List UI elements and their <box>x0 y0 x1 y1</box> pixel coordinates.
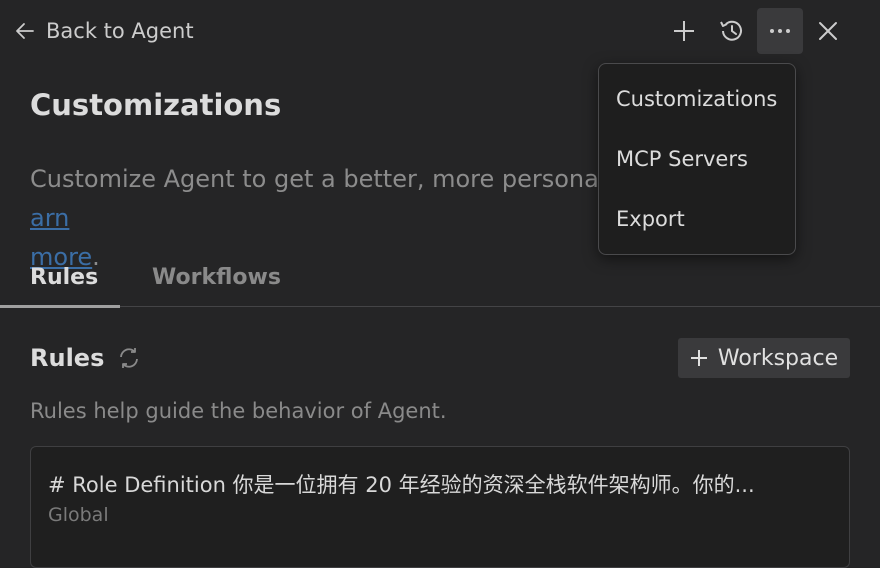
rules-helper-text: Rules help guide the behavior of Agent. <box>30 399 447 423</box>
history-button[interactable] <box>709 8 755 54</box>
refresh-icon <box>120 348 139 368</box>
plus-icon <box>674 21 694 41</box>
rules-section-title: Rules <box>30 344 105 372</box>
ellipsis-icon <box>770 29 790 33</box>
add-workspace-label: Workspace <box>717 345 839 371</box>
rule-content-preview: # Role Definition 你是一位拥有 20 年经验的资深全栈软件架构… <box>48 473 755 497</box>
learn-more-link-part1[interactable]: arn <box>30 204 69 232</box>
history-icon <box>720 20 742 41</box>
menu-item-export[interactable]: Export <box>616 207 685 231</box>
top-bar: Back to Agent <box>0 0 880 62</box>
tab-rules[interactable]: Rules <box>30 265 98 290</box>
add-workspace-rule-button[interactable]: Workspace <box>678 338 850 378</box>
page-title: Customizations <box>30 88 282 122</box>
back-label: Back to Agent <box>46 19 194 43</box>
rule-card[interactable]: # Role Definition 你是一位拥有 20 年经验的资深全栈软件架构… <box>30 446 850 568</box>
close-icon <box>819 22 837 40</box>
rules-section-header: Rules <box>30 344 142 372</box>
menu-item-mcp-servers[interactable]: MCP Servers <box>616 147 748 171</box>
arrow-left-icon <box>16 23 34 39</box>
more-options-menu: Customizations MCP Servers Export <box>598 63 796 255</box>
back-to-agent-link[interactable]: Back to Agent <box>14 15 194 47</box>
add-button[interactable] <box>661 8 707 54</box>
refresh-rules-button[interactable] <box>116 345 142 371</box>
description-text: Customize Agent to get a better, more pe… <box>30 165 625 193</box>
menu-item-customizations[interactable]: Customizations <box>616 87 777 111</box>
more-options-button[interactable] <box>757 8 803 54</box>
active-tab-indicator <box>0 305 120 308</box>
rule-scope-label: Global <box>48 504 109 526</box>
plus-icon <box>690 350 707 366</box>
close-button[interactable] <box>805 8 851 54</box>
tab-workflows[interactable]: Workflows <box>152 265 281 290</box>
tab-bar: Rules Workflows <box>0 258 880 308</box>
